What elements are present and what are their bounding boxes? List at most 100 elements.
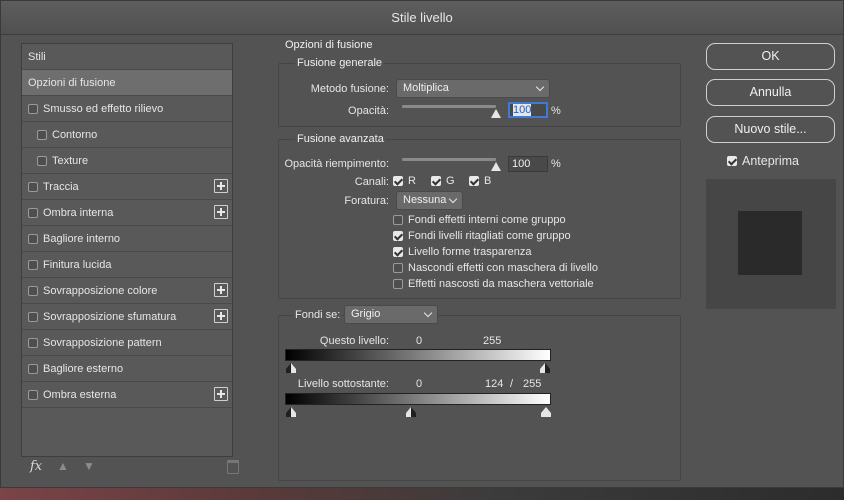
advanced-option-checkbox[interactable]	[393, 215, 403, 225]
move-down-icon[interactable]: ▼	[83, 459, 95, 473]
add-effect-icon[interactable]	[214, 205, 228, 219]
styles-panel-footer: fx ▲ ▼	[21, 457, 239, 481]
style-checkbox[interactable]	[28, 389, 38, 400]
blending-options-title: Opzioni di fusione	[285, 39, 373, 51]
style-checkbox[interactable]	[37, 129, 47, 140]
preview-checkbox-row[interactable]: Anteprima	[727, 154, 799, 168]
blend-if-select[interactable]: Grigio	[344, 305, 438, 324]
advanced-option-checkbox[interactable]	[393, 279, 403, 289]
style-item-4[interactable]: Texture	[22, 148, 232, 174]
style-checkbox[interactable]	[28, 233, 38, 244]
add-effect-icon[interactable]	[214, 283, 228, 297]
advanced-option-label: Fondi effetti interni come gruppo	[408, 214, 566, 226]
fill-opacity-slider-track[interactable]	[402, 158, 496, 161]
style-checkbox[interactable]	[28, 103, 38, 114]
preview-label: Anteprima	[742, 154, 799, 168]
style-checkbox[interactable]	[28, 337, 38, 348]
this-layer-min: 0	[416, 335, 423, 347]
channel-b-checkbox-row[interactable]: B	[469, 175, 491, 187]
move-up-icon[interactable]: ▲	[57, 459, 69, 473]
opacity-slider-track[interactable]	[402, 105, 496, 108]
new-style-button[interactable]: Nuovo stile...	[706, 116, 835, 143]
blend-mode-select[interactable]: Moltiplica	[396, 79, 550, 98]
blend-mode-label: Metodo fusione:	[310, 83, 389, 95]
opacity-slider-thumb[interactable]	[491, 109, 501, 118]
style-item-1[interactable]: Opzioni di fusione	[22, 70, 232, 96]
channel-checkbox[interactable]	[431, 176, 441, 186]
general-blending-title: Fusione generale	[295, 57, 385, 69]
underlying-layer-label: Livello sottostante:	[297, 378, 389, 390]
style-item-13[interactable]: Ombra esterna	[22, 382, 232, 408]
preview-checkbox[interactable]	[727, 156, 737, 166]
fx-icon[interactable]: fx	[30, 459, 42, 474]
advanced-option-checkbox[interactable]	[393, 231, 403, 241]
channel-checkbox[interactable]	[393, 176, 403, 186]
ok-button[interactable]: OK	[706, 43, 835, 70]
style-checkbox[interactable]	[28, 285, 38, 296]
style-item-6[interactable]: Ombra interna	[22, 200, 232, 226]
style-item-label: Ombra interna	[43, 206, 114, 219]
preview-swatch	[738, 211, 802, 275]
trash-icon[interactable]	[227, 460, 239, 474]
advanced-option-row[interactable]: Effetti nascosti da maschera vettoriale	[393, 278, 594, 290]
opacity-input[interactable]: 100	[508, 102, 548, 118]
style-item-2[interactable]: Smusso ed effetto rilievo	[22, 96, 232, 122]
style-item-11[interactable]: Sovrapposizione pattern	[22, 330, 232, 356]
style-item-5[interactable]: Traccia	[22, 174, 232, 200]
opacity-label: Opacità:	[348, 105, 389, 117]
dialog-title: Stile livello	[1, 1, 843, 35]
advanced-option-row[interactable]: Livello forme trasparenza	[393, 246, 532, 258]
style-item-9[interactable]: Sovrapposizione colore	[22, 278, 232, 304]
style-checkbox[interactable]	[28, 181, 38, 192]
this-layer-max: 255	[483, 335, 502, 347]
style-item-label: Sovrapposizione pattern	[43, 336, 162, 349]
style-item-label: Stili	[28, 50, 46, 63]
add-effect-icon[interactable]	[214, 309, 228, 323]
style-item-label: Traccia	[43, 180, 79, 193]
channel-label: R	[408, 175, 416, 187]
style-item-8[interactable]: Finitura lucida	[22, 252, 232, 278]
style-checkbox[interactable]	[37, 155, 47, 166]
knockout-value: Nessuna	[403, 194, 447, 206]
preview-thumbnail	[706, 179, 836, 309]
styles-list-panel: Stili Opzioni di fusione Smusso ed effetto…	[21, 43, 233, 457]
style-checkbox[interactable]	[28, 259, 38, 270]
advanced-option-checkbox[interactable]	[393, 263, 403, 273]
advanced-option-label: Nascondi effetti con maschera di livello	[408, 262, 598, 274]
style-checkbox[interactable]	[28, 207, 38, 218]
style-item-12[interactable]: Bagliore esterno	[22, 356, 232, 382]
channel-checkbox[interactable]	[469, 176, 479, 186]
style-item-10[interactable]: Sovrapposizione sfumatura	[22, 304, 232, 330]
style-item-3[interactable]: Contorno	[22, 122, 232, 148]
add-effect-icon[interactable]	[214, 387, 228, 401]
style-item-label: Contorno	[52, 128, 98, 141]
opacity-percent: %	[551, 105, 561, 117]
underlying-gradient	[285, 393, 551, 405]
advanced-option-label: Effetti nascosti da maschera vettoriale	[408, 278, 594, 290]
blend-mode-value: Moltiplica	[403, 82, 449, 94]
channel-r-checkbox-row[interactable]: R	[393, 175, 416, 187]
style-checkbox[interactable]	[28, 311, 38, 322]
fill-opacity-input[interactable]: 100	[508, 156, 548, 172]
advanced-option-checkbox[interactable]	[393, 247, 403, 257]
fill-opacity-slider-thumb[interactable]	[491, 162, 501, 171]
style-checkbox[interactable]	[28, 363, 38, 374]
underlying-slash: /	[510, 378, 514, 390]
style-item-0[interactable]: Stili	[22, 44, 232, 70]
blend-if-value: Grigio	[351, 308, 381, 320]
blend-if-label: Fondi se:	[293, 309, 343, 321]
channel-label: B	[484, 175, 492, 187]
fill-opacity-percent: %	[551, 158, 561, 170]
canvas-background-bottom	[0, 488, 844, 500]
chevron-down-icon	[423, 308, 433, 318]
add-effect-icon[interactable]	[214, 179, 228, 193]
cancel-button[interactable]: Annulla	[706, 79, 835, 106]
advanced-blending-title: Fusione avanzata	[295, 133, 386, 145]
channel-g-checkbox-row[interactable]: G	[431, 175, 455, 187]
advanced-option-row[interactable]: Fondi livelli ritagliati come gruppo	[393, 230, 571, 242]
advanced-option-row[interactable]: Fondi effetti interni come gruppo	[393, 214, 566, 226]
knockout-label: Foratura:	[344, 195, 389, 207]
style-item-7[interactable]: Bagliore interno	[22, 226, 232, 252]
knockout-select[interactable]: Nessuna	[396, 191, 463, 210]
advanced-option-row[interactable]: Nascondi effetti con maschera di livello	[393, 262, 598, 274]
